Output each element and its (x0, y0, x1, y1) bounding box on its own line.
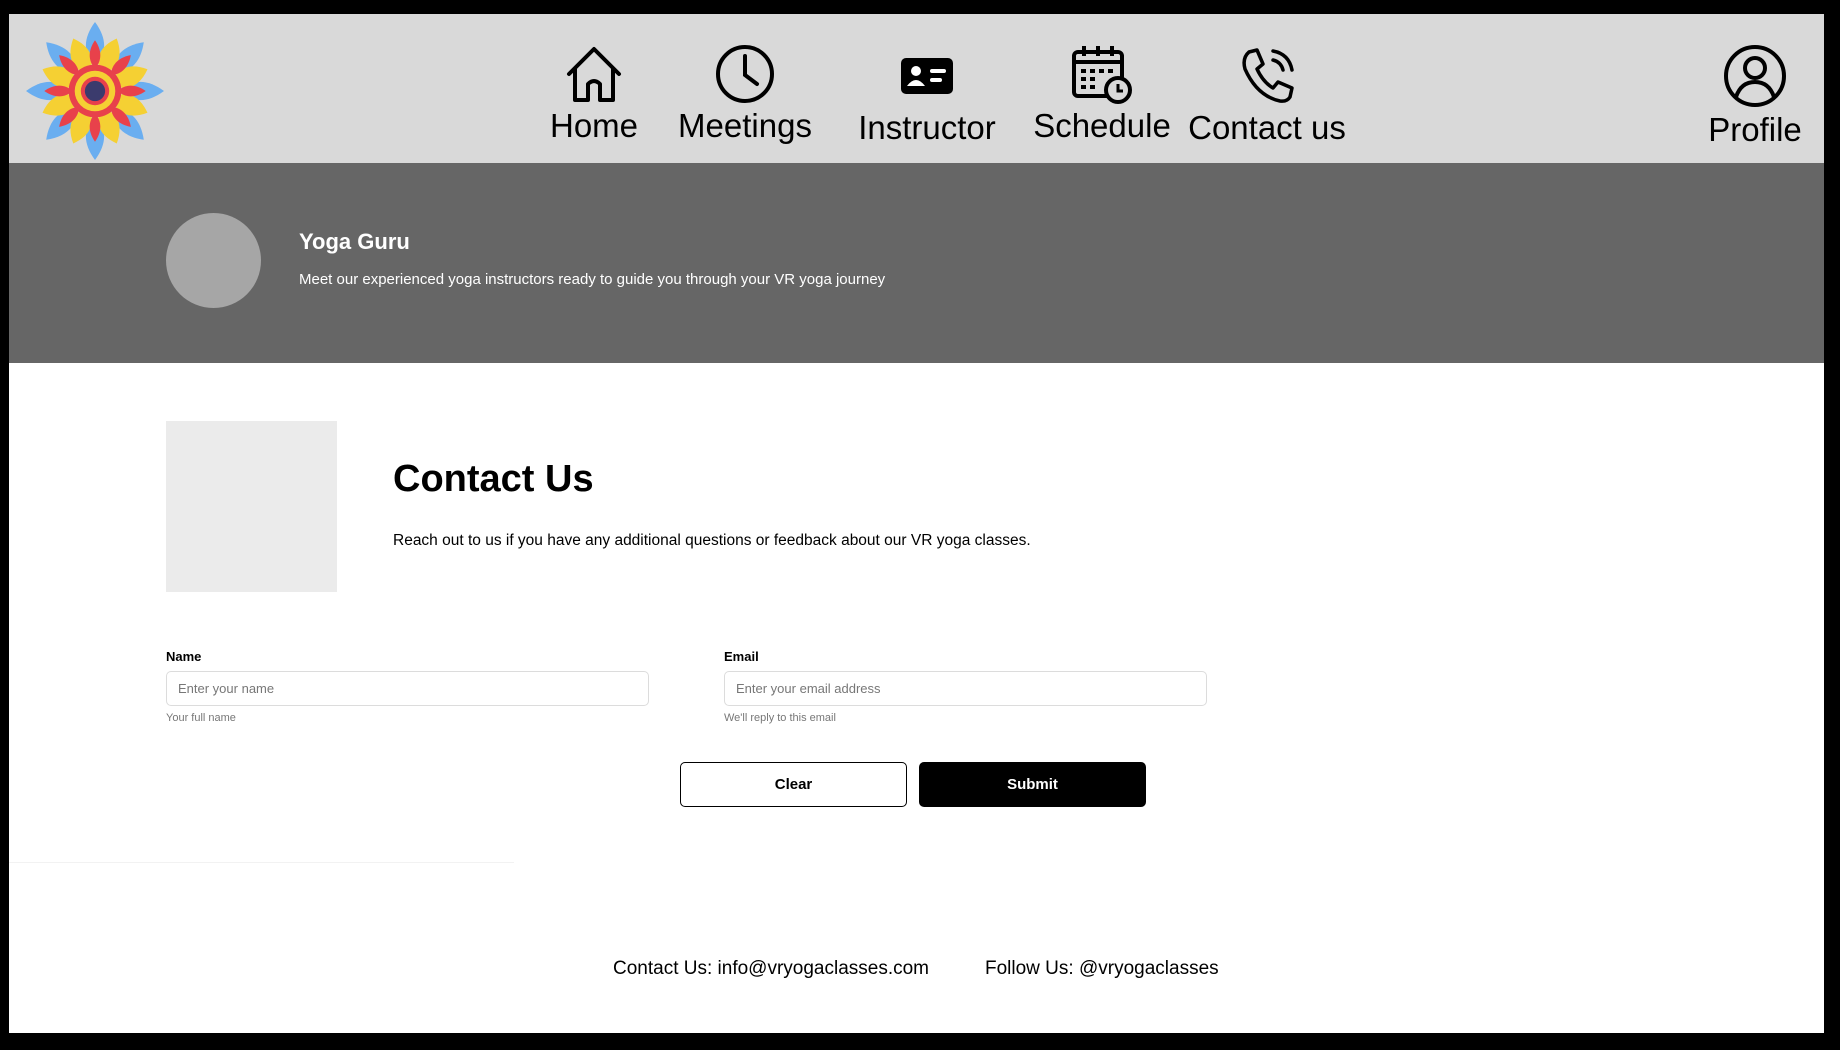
user-circle-icon (1724, 45, 1786, 107)
submit-button[interactable]: Submit (919, 762, 1146, 807)
footer-follow-us: Follow Us: @vryogaclasses (985, 958, 1219, 979)
nav-schedule-label: Schedule (1033, 107, 1171, 144)
name-help-text: Your full name (166, 712, 236, 724)
top-navigation-bar: Home Meetings Instructor Schedule Contac… (9, 14, 1824, 163)
calendar-clock-icon (1072, 46, 1132, 104)
id-card-icon (901, 58, 953, 94)
page-title: Contact Us (393, 458, 594, 500)
clear-button[interactable]: Clear (680, 762, 907, 807)
image-placeholder (166, 421, 337, 592)
nav-instructor-label: Instructor (858, 109, 996, 146)
avatar (166, 213, 261, 308)
name-field-group: Name Your full name (166, 649, 649, 724)
email-help-text: We'll reply to this email (724, 712, 836, 724)
name-input[interactable] (166, 671, 649, 706)
footer-contact-email: Contact Us: info@vryogaclasses.com (613, 958, 930, 979)
nav-contact-us[interactable]: Contact us (1181, 44, 1353, 146)
phone-icon (1242, 48, 1294, 103)
nav-home[interactable]: Home (524, 44, 664, 144)
nav-meetings-label: Meetings (678, 107, 812, 144)
nav-meetings[interactable]: Meetings (675, 44, 815, 144)
nav-profile-label: Profile (1708, 111, 1802, 148)
email-input[interactable] (724, 671, 1207, 706)
nav-instructor[interactable]: Instructor (847, 44, 1007, 146)
contact-description: Reach out to us if you have any addition… (393, 532, 1031, 549)
name-label: Name (166, 649, 202, 664)
clock-icon (716, 45, 774, 103)
hero-banner: Yoga Guru Meet our experienced yoga inst… (9, 163, 1824, 363)
divider (9, 862, 514, 863)
page: Home Meetings Instructor Schedule Contac… (9, 14, 1824, 1033)
home-icon (567, 47, 621, 102)
mandala-flower-logo[interactable] (24, 20, 166, 162)
hero-subtitle: Meet our experienced yoga instructors re… (299, 271, 886, 288)
nav-contact-us-label: Contact us (1188, 109, 1346, 146)
email-label: Email (724, 649, 759, 664)
nav-schedule[interactable]: Schedule (1022, 44, 1182, 144)
email-field-group: Email We'll reply to this email (724, 649, 1207, 724)
nav-profile[interactable]: Profile (1690, 44, 1820, 148)
hero-title: Yoga Guru (299, 229, 410, 254)
nav-home-label: Home (549, 107, 639, 144)
